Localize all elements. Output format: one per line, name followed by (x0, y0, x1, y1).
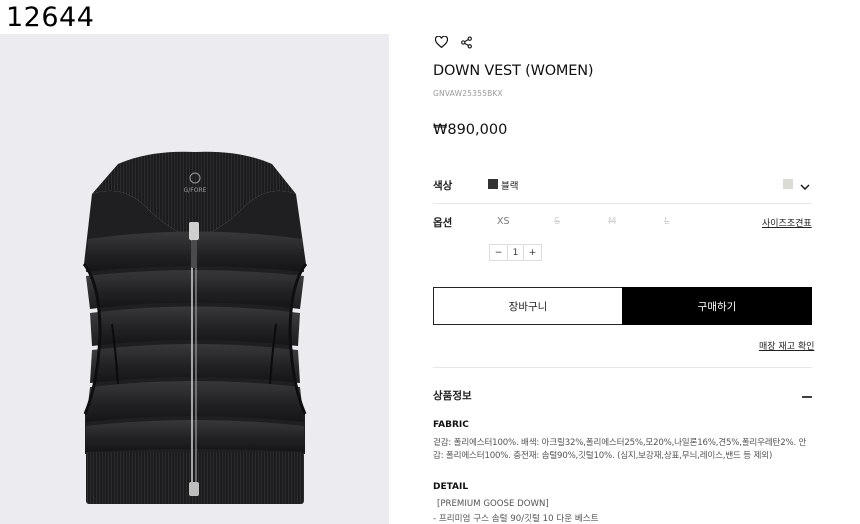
fabric-text: 겉감: 폴리에스터100%. 배색: 아크릴32%,폴리에스터25%,모20%,… (433, 438, 807, 461)
share-icon[interactable] (458, 34, 474, 50)
product-code: GNVAW25355BKX (433, 89, 503, 98)
heart-icon[interactable] (433, 34, 449, 50)
color-label: 색상 (433, 180, 453, 192)
quantity-value[interactable]: 1 (507, 245, 524, 260)
product-image[interactable]: G/FORE (0, 34, 389, 524)
detail-heading: DETAIL (433, 482, 469, 492)
color-option-swatch[interactable] (783, 179, 793, 189)
brand-logo: G/FORE (184, 187, 207, 194)
product-info: DOWN VEST (WOMEN) GNVAW25355BKX ₩890,000… (433, 0, 814, 524)
product-page: 12644 G/FORE DOWN VEST (WOMEN) GNVAW2535… (0, 0, 860, 524)
quantity-decrease-button[interactable]: − (490, 245, 507, 260)
buy-now-button[interactable]: 구매하기 (622, 287, 812, 325)
chevron-down-icon[interactable] (799, 178, 811, 190)
size-option-l[interactable]: L (664, 216, 669, 227)
size-option-m[interactable]: M (608, 216, 616, 227)
divider (433, 203, 812, 204)
quantity-increase-button[interactable]: + (524, 245, 541, 260)
product-title: DOWN VEST (WOMEN) (433, 63, 594, 79)
size-option-s[interactable]: S (554, 216, 560, 227)
size-option-xs[interactable]: XS (497, 216, 510, 227)
selected-color-swatch (488, 179, 498, 189)
fabric-heading: FABRIC (433, 420, 469, 430)
size-label: 옵션 (433, 217, 453, 229)
divider (433, 367, 812, 368)
item-number: 12644 (6, 2, 95, 33)
product-info-heading[interactable]: 상품정보 (433, 388, 472, 403)
store-stock-link[interactable]: 매장 재고 확인 (759, 339, 814, 352)
detail-line: [PREMIUM GOOSE DOWN] (437, 499, 549, 509)
collapse-icon[interactable] (802, 388, 812, 400)
quantity-stepper: − 1 + (489, 244, 542, 261)
add-to-cart-button[interactable]: 장바구니 (433, 287, 623, 325)
vest-illustration: G/FORE (82, 151, 308, 504)
product-price: ₩890,000 (433, 122, 508, 138)
detail-line: - 프리미엄 구스 솜털 90/깃털 10 다운 베스트 (433, 514, 599, 524)
selected-color-name: 블랙 (501, 181, 519, 192)
size-chart-link[interactable]: 사이즈조견표 (762, 216, 812, 229)
